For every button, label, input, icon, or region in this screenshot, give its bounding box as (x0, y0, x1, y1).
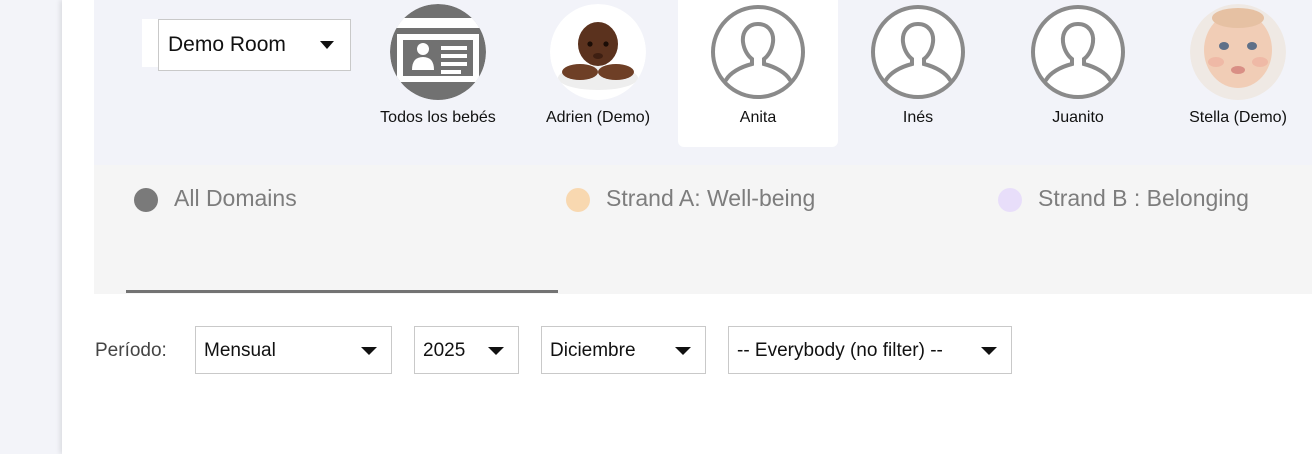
child-name: Anita (739, 109, 777, 126)
dot-icon (134, 188, 158, 212)
group-filter-value: -- Everybody (no filter) -- (737, 340, 943, 361)
dot-icon (566, 188, 590, 212)
child-name: Adrien (Demo) (545, 109, 651, 126)
period-select-value: Mensual (204, 340, 276, 361)
period-label: Período: (95, 340, 167, 361)
baby-photo-avatar (1190, 4, 1286, 100)
domain-label: All Domains (174, 185, 297, 211)
chevron-down-icon (361, 347, 377, 355)
person-placeholder-icon (710, 4, 806, 100)
child-adrien[interactable]: Adrien (Demo) (518, 0, 678, 147)
child-name: Stella (Demo) (1189, 109, 1287, 126)
chevron-down-icon (320, 41, 334, 49)
child-juanito[interactable]: Juanito (998, 0, 1158, 147)
room-select-value: Demo Room (168, 33, 286, 56)
domain-label: Strand B : Belonging (1038, 185, 1249, 211)
domain-tabs-bar: All Domains Strand A: Well-being Strand … (94, 165, 1312, 294)
domain-label: Strand A: Well-being (606, 185, 816, 211)
chevron-down-icon (488, 347, 504, 355)
group-filter-select[interactable]: -- Everybody (no filter) -- (728, 326, 1012, 374)
active-tab-underline (126, 290, 558, 293)
child-all-babies[interactable]: Todos los bebés (358, 0, 518, 147)
year-select[interactable]: 2025 (414, 326, 519, 374)
child-name: Todos los bebés (380, 109, 496, 126)
child-ines[interactable]: Inés (838, 0, 998, 147)
chevron-down-icon (981, 347, 997, 355)
child-anita[interactable]: Anita (678, 0, 838, 147)
child-stella[interactable]: Stella (Demo) (1158, 0, 1312, 147)
dot-icon (998, 188, 1022, 212)
month-select-value: Diciembre (550, 340, 636, 361)
person-placeholder-icon (1030, 4, 1126, 100)
child-name: Juanito (1052, 109, 1104, 126)
child-name: Inés (902, 109, 934, 126)
group-id-card-icon (390, 4, 486, 100)
month-select[interactable]: Diciembre (541, 326, 706, 374)
baby-photo-avatar (550, 4, 646, 100)
period-select[interactable]: Mensual (195, 326, 392, 374)
chevron-down-icon (675, 347, 691, 355)
year-select-value: 2025 (423, 340, 466, 361)
person-placeholder-icon (870, 4, 966, 100)
room-select[interactable]: Demo Room (158, 19, 351, 71)
